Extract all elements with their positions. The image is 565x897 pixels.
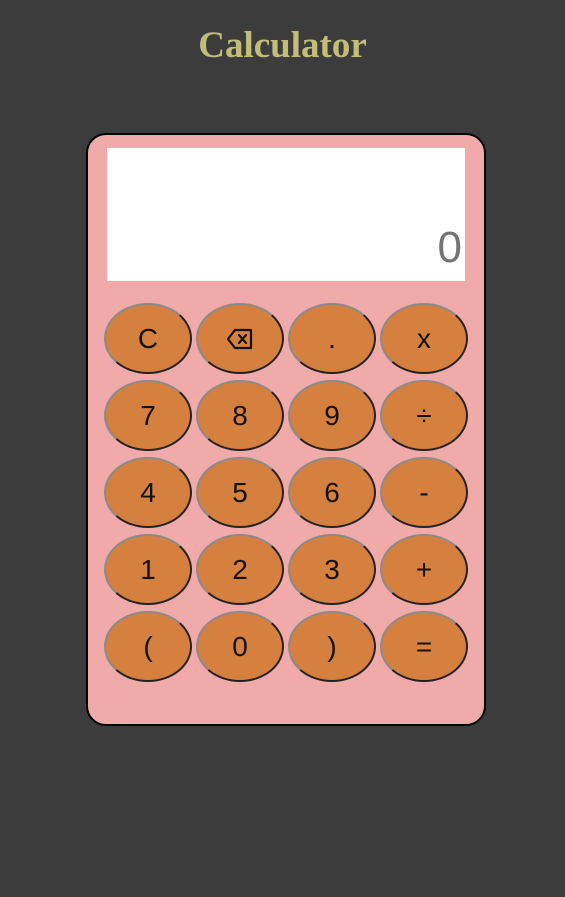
- calculator-body: 0 C . x 7 8 9 ÷ 4 5 6 - 1 2 3 + ( 0 ) =: [86, 133, 486, 726]
- digit-3-button[interactable]: 3: [288, 534, 376, 605]
- divide-button[interactable]: ÷: [380, 380, 468, 451]
- backspace-icon: [226, 328, 254, 350]
- digit-0-button[interactable]: 0: [196, 611, 284, 682]
- digit-8-button[interactable]: 8: [196, 380, 284, 451]
- digit-6-button[interactable]: 6: [288, 457, 376, 528]
- digit-1-button[interactable]: 1: [104, 534, 192, 605]
- subtract-button[interactable]: -: [380, 457, 468, 528]
- display-value: 0: [437, 223, 462, 272]
- multiply-button[interactable]: x: [380, 303, 468, 374]
- close-paren-button[interactable]: ): [288, 611, 376, 682]
- digit-9-button[interactable]: 9: [288, 380, 376, 451]
- equals-button[interactable]: =: [380, 611, 468, 682]
- add-button[interactable]: +: [380, 534, 468, 605]
- keypad: C . x 7 8 9 ÷ 4 5 6 - 1 2 3 + ( 0 ) =: [104, 303, 468, 682]
- digit-5-button[interactable]: 5: [196, 457, 284, 528]
- digit-4-button[interactable]: 4: [104, 457, 192, 528]
- open-paren-button[interactable]: (: [104, 611, 192, 682]
- page-title: Calculator: [198, 25, 367, 66]
- display-screen: 0: [107, 148, 465, 281]
- decimal-button[interactable]: .: [288, 303, 376, 374]
- digit-7-button[interactable]: 7: [104, 380, 192, 451]
- digit-2-button[interactable]: 2: [196, 534, 284, 605]
- backspace-button[interactable]: [196, 303, 284, 374]
- clear-button[interactable]: C: [104, 303, 192, 374]
